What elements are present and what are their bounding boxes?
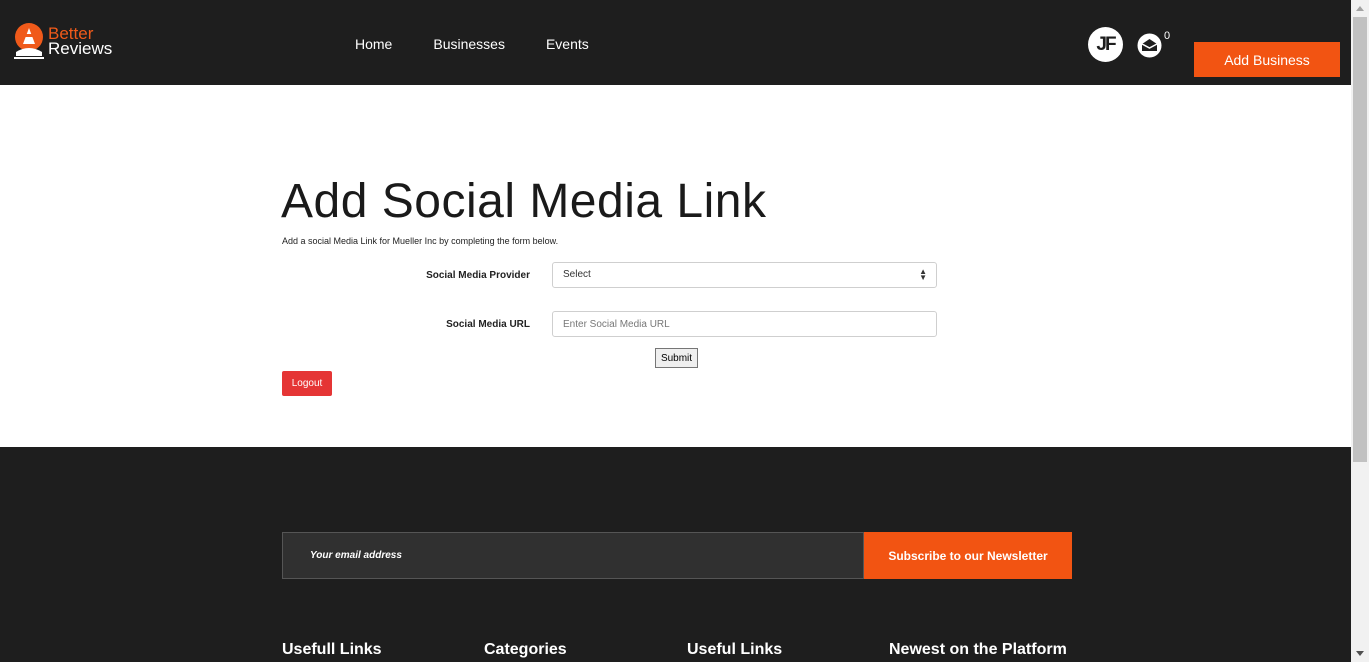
scroll-down-arrow-icon[interactable] [1356, 651, 1364, 656]
brand-logo-icon [12, 22, 46, 60]
provider-select-value: Select [563, 269, 591, 280]
nav-home-link[interactable]: Home [355, 36, 392, 52]
footer-heading-useful-links: Useful Links [687, 641, 783, 658]
provider-label: Social Media Provider [426, 270, 530, 281]
user-avatar[interactable]: JF [1088, 27, 1123, 62]
nav-events-link[interactable]: Events [546, 36, 589, 52]
footer-heading-categories: Categories [484, 641, 567, 658]
brand-logo[interactable]: Better Reviews [12, 22, 112, 60]
main-nav: Home Businesses Events [355, 36, 630, 52]
page-scrollbar[interactable] [1351, 0, 1369, 662]
url-label: Social Media URL [446, 319, 530, 330]
select-caret-icon: ▲ ▼ [919, 267, 927, 282]
brand-name: Better Reviews [48, 25, 113, 58]
provider-select[interactable]: Select ▲ ▼ [552, 262, 937, 288]
add-business-button[interactable]: Add Business [1194, 42, 1340, 77]
footer-heading-newest: Newest on the Platform [889, 641, 1067, 658]
scrollbar-thumb[interactable] [1353, 17, 1367, 462]
brand-name-line2: Reviews [48, 39, 113, 58]
logout-button[interactable]: Logout [282, 371, 332, 396]
footer-heading-usefull-links: Usefull Links [282, 641, 382, 658]
url-input[interactable] [552, 311, 937, 337]
mail-count-badge: 0 [1164, 30, 1171, 42]
page-title: Add Social Media Link [281, 175, 767, 228]
nav-businesses-link[interactable]: Businesses [433, 36, 505, 52]
scroll-up-arrow-icon[interactable] [1356, 6, 1364, 11]
newsletter-email-input[interactable] [282, 532, 864, 579]
footer: Subscribe to our Newsletter Usefull Link… [0, 447, 1351, 662]
newsletter-subscribe-button[interactable]: Subscribe to our Newsletter [864, 532, 1072, 579]
submit-button[interactable]: Submit [655, 348, 698, 368]
top-navbar: Better Reviews Home Businesses Events JF… [0, 0, 1351, 85]
page-subtitle: Add a social Media Link for Mueller Inc … [282, 236, 559, 246]
mail-icon[interactable] [1137, 33, 1162, 58]
